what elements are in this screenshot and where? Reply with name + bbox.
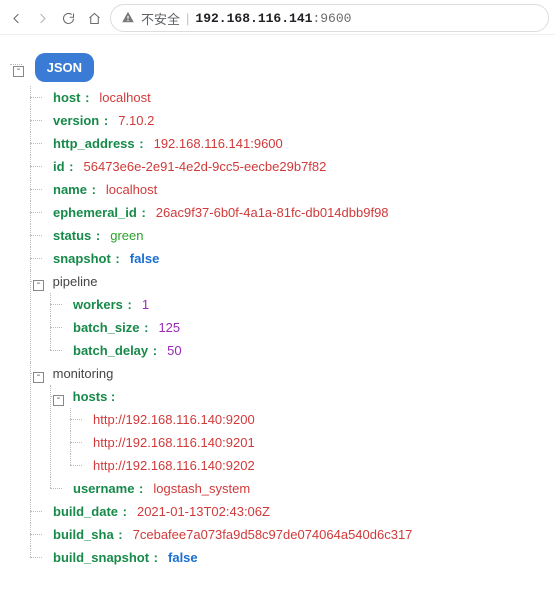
- address-bar[interactable]: 不安全 | 192.168.116.141:9600: [110, 4, 549, 32]
- kv-status: status :green: [30, 224, 545, 247]
- kv-host: host :localhost: [30, 86, 545, 109]
- kv-version: version :7.10.2: [30, 109, 545, 132]
- kv-batch-size: batch_size :125: [50, 316, 545, 339]
- monitoring-label: monitoring: [53, 366, 114, 381]
- list-item: http://192.168.116.140:9201: [70, 431, 545, 454]
- collapse-toggle[interactable]: -: [13, 66, 24, 77]
- kv-build-date: build_date :2021-01-13T02:43:06Z: [30, 500, 545, 523]
- hosts-key: hosts :: [73, 389, 116, 404]
- kv-name: name :localhost: [30, 178, 545, 201]
- pipeline-label: pipeline: [53, 274, 98, 289]
- back-icon[interactable]: [6, 8, 26, 28]
- address-separator: |: [186, 11, 189, 26]
- collapse-toggle[interactable]: -: [33, 280, 44, 291]
- collapse-toggle[interactable]: -: [53, 395, 64, 406]
- json-viewer: - JSON host :localhost version :7.10.2 h…: [0, 35, 555, 599]
- kv-username: username :logstash_system: [50, 477, 545, 500]
- forward-icon[interactable]: [32, 8, 52, 28]
- kv-ephemeral-id: ephemeral_id :26ac9f37-6b0f-4a1a-81fc-db…: [30, 201, 545, 224]
- kv-http-address: http_address :192.168.116.141:9600: [30, 132, 545, 155]
- kv-build-snapshot: build_snapshot :false: [30, 546, 545, 569]
- kv-workers: workers :1: [50, 293, 545, 316]
- reload-icon[interactable]: [58, 8, 78, 28]
- group-monitoring: - monitoring - hosts : http://192.168.11…: [30, 362, 545, 500]
- kv-id: id :56473e6e-2e91-4e2d-9cc5-eecbe29b7f82: [30, 155, 545, 178]
- kv-build-sha: build_sha :7cebafee7a073fa9d58c97de07406…: [30, 523, 545, 546]
- list-item: http://192.168.116.140:9200: [70, 408, 545, 431]
- warning-icon: [121, 10, 135, 27]
- kv-snapshot: snapshot :false: [30, 247, 545, 270]
- json-root-badge: JSON: [35, 53, 94, 82]
- home-icon[interactable]: [84, 8, 104, 28]
- address-text: 192.168.116.141:9600: [195, 10, 351, 26]
- browser-toolbar: 不安全 | 192.168.116.141:9600: [0, 0, 555, 35]
- collapse-toggle[interactable]: -: [33, 372, 44, 383]
- insecure-label: 不安全: [141, 9, 180, 28]
- kv-batch-delay: batch_delay :50: [50, 339, 545, 362]
- list-item: http://192.168.116.140:9202: [70, 454, 545, 477]
- group-pipeline: - pipeline workers :1 batch_size :125 ba…: [30, 270, 545, 362]
- group-hosts: - hosts : http://192.168.116.140:9200 ht…: [50, 385, 545, 477]
